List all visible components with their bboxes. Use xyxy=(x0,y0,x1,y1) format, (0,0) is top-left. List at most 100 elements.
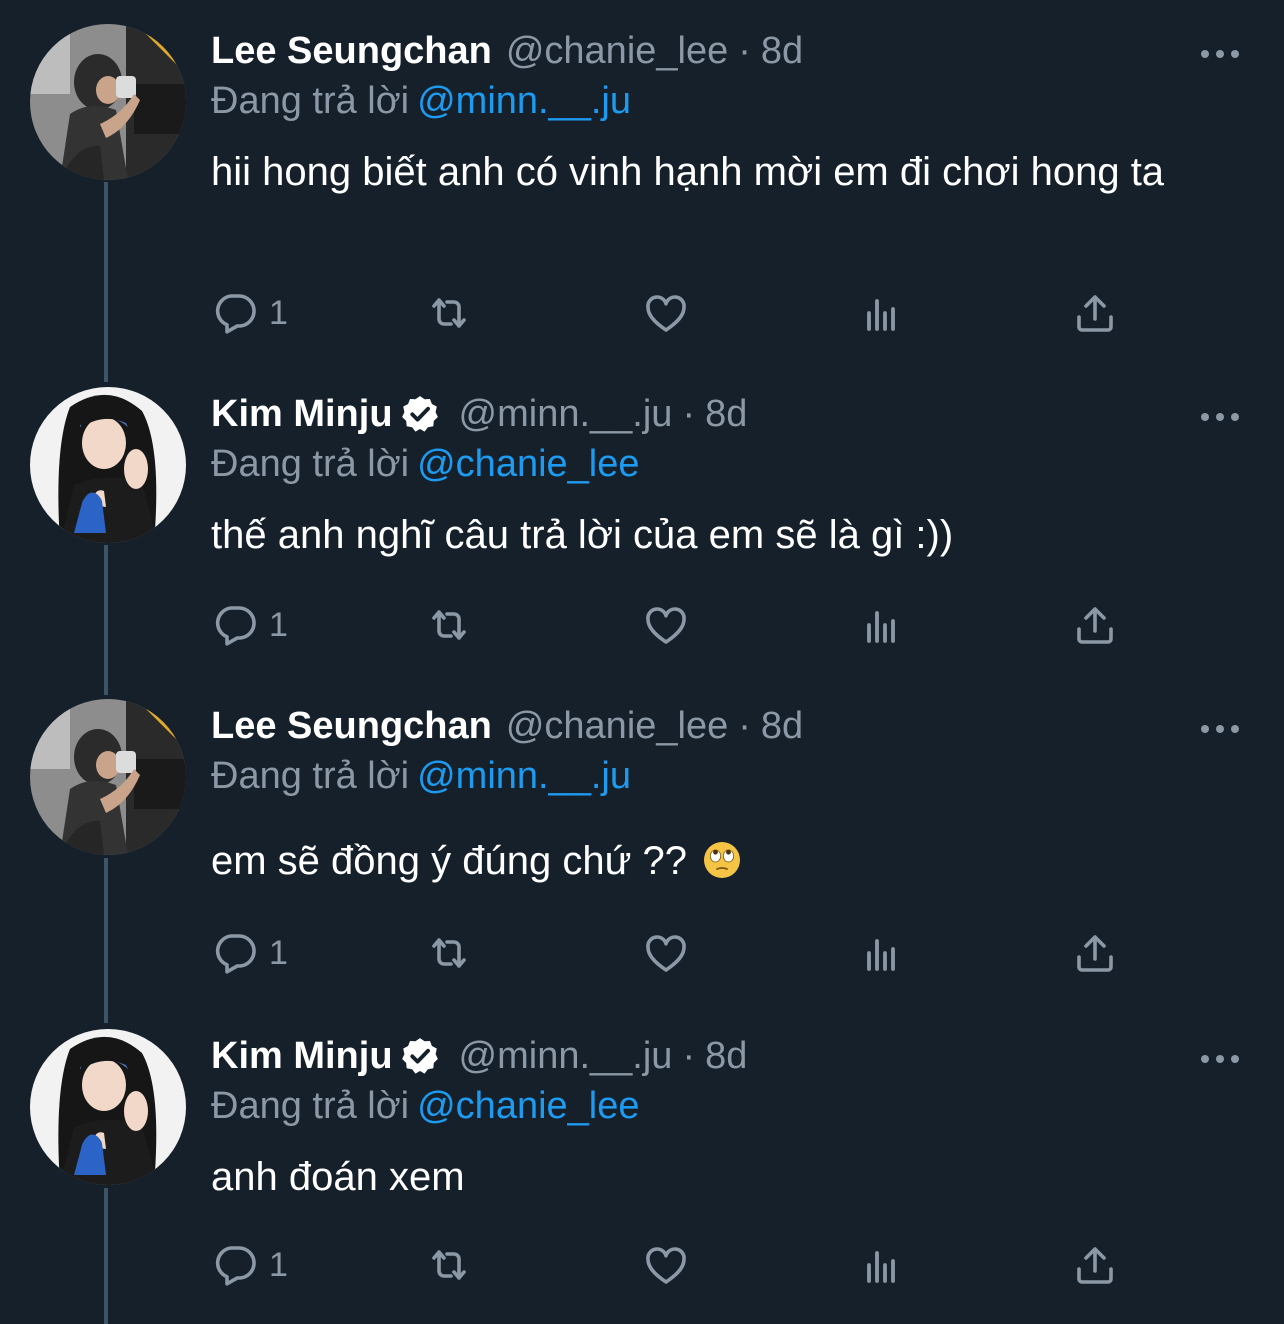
avatar-lee-seungchan[interactable] xyxy=(30,24,186,180)
separator: · xyxy=(738,704,751,747)
tweet-header: Kim Minju @minn.__.ju · 8d xyxy=(211,389,747,439)
user-handle[interactable]: @chanie_lee xyxy=(506,705,728,748)
timestamp[interactable]: 8d xyxy=(761,30,803,73)
replying-to: Đang trả lời @chanie_lee xyxy=(211,1085,640,1128)
share-icon xyxy=(1071,601,1119,649)
timestamp[interactable]: 8d xyxy=(705,393,747,436)
tweet-actions: 1 xyxy=(211,1240,1131,1290)
share-button[interactable] xyxy=(1071,288,1119,338)
user-handle[interactable]: @minn.__.ju xyxy=(459,393,673,436)
share-button[interactable] xyxy=(1071,1240,1119,1290)
retweet-button[interactable] xyxy=(425,928,473,978)
reply-button[interactable]: 1 xyxy=(211,600,288,650)
views-icon xyxy=(857,601,905,649)
views-button[interactable] xyxy=(857,600,905,650)
avatar-lee-seungchan[interactable] xyxy=(30,699,186,855)
replying-to-label: Đang trả lời xyxy=(211,80,410,122)
views-icon xyxy=(857,289,905,337)
reply-count: 1 xyxy=(269,293,288,332)
like-button[interactable] xyxy=(642,288,690,338)
mention-link[interactable]: @minn.__.ju xyxy=(417,80,631,122)
tweet-text-body: em sẽ đồng ý đúng chứ ?? xyxy=(211,839,687,883)
tweet-text-body: anh đoán xem xyxy=(211,1155,465,1199)
user-handle[interactable]: @minn.__.ju xyxy=(459,1035,673,1078)
tweet-actions: 1 xyxy=(211,288,1131,338)
retweet-button[interactable] xyxy=(425,1240,473,1290)
reply-icon xyxy=(211,929,259,977)
like-icon xyxy=(642,289,690,337)
separator: · xyxy=(682,1034,696,1077)
tweet-text-body: thế anh nghĩ câu trả lời của em sẽ là gì… xyxy=(211,513,954,557)
tweet[interactable]: Kim Minju @minn.__.ju · 8d Đang trả lời @… xyxy=(0,1029,1284,1324)
like-icon xyxy=(642,929,690,977)
tweet-text: hii hong biết anh có vinh hạnh mời em đi… xyxy=(211,146,1251,198)
retweet-icon xyxy=(425,1241,473,1289)
replying-to-label: Đang trả lời xyxy=(211,443,410,485)
retweet-button[interactable] xyxy=(425,600,473,650)
share-button[interactable] xyxy=(1071,600,1119,650)
retweet-icon xyxy=(425,929,473,977)
eye-roll-emoji xyxy=(702,840,742,880)
share-button[interactable] xyxy=(1071,928,1119,978)
tweet[interactable]: Lee Seungchan @chanie_lee · 8d Đang trả … xyxy=(0,24,1284,364)
tweet-text-body: hii hong biết anh có vinh hạnh mời em đi… xyxy=(211,150,1165,194)
views-icon xyxy=(857,1241,905,1289)
views-button[interactable] xyxy=(857,928,905,978)
tweet[interactable]: Lee Seungchan @chanie_lee · 8d Đang trả … xyxy=(0,699,1284,1009)
separator: · xyxy=(682,392,696,435)
retweet-icon xyxy=(425,601,473,649)
verified-badge-icon xyxy=(399,1035,441,1077)
avatar-kim-minju[interactable] xyxy=(30,387,186,543)
replying-to: Đang trả lời @minn.__.ju xyxy=(211,80,631,123)
tweet-header: Lee Seungchan @chanie_lee · 8d xyxy=(211,26,803,76)
reply-count: 1 xyxy=(269,933,288,972)
timestamp[interactable]: 8d xyxy=(761,705,803,748)
display-name[interactable]: Lee Seungchan xyxy=(211,30,492,73)
reply-icon xyxy=(211,1241,259,1289)
tweet-header: Lee Seungchan @chanie_lee · 8d xyxy=(211,701,803,751)
like-button[interactable] xyxy=(642,928,690,978)
more-icon[interactable] xyxy=(1198,42,1242,66)
tweet[interactable]: Kim Minju @minn.__.ju · 8d Đang trả lời @… xyxy=(0,387,1284,687)
display-name[interactable]: Kim Minju xyxy=(211,393,393,436)
views-icon xyxy=(857,929,905,977)
replying-to-label: Đang trả lời xyxy=(211,1085,410,1127)
tweet-text: anh đoán xem xyxy=(211,1151,1251,1203)
reply-icon xyxy=(211,601,259,649)
like-button[interactable] xyxy=(642,1240,690,1290)
verified-badge-icon xyxy=(399,393,441,435)
mention-link[interactable]: @minn.__.ju xyxy=(417,755,631,797)
more-icon[interactable] xyxy=(1198,405,1242,429)
share-icon xyxy=(1071,289,1119,337)
replying-to: Đang trả lời @chanie_lee xyxy=(211,443,640,486)
reply-icon xyxy=(211,289,259,337)
retweet-button[interactable] xyxy=(425,288,473,338)
tweet-text: em sẽ đồng ý đúng chứ ?? xyxy=(211,835,1251,887)
display-name[interactable]: Kim Minju xyxy=(211,1035,393,1078)
tweet-header: Kim Minju @minn.__.ju · 8d xyxy=(211,1031,747,1081)
more-icon[interactable] xyxy=(1198,1047,1242,1071)
user-handle[interactable]: @chanie_lee xyxy=(506,30,728,73)
reply-button[interactable]: 1 xyxy=(211,288,288,338)
like-button[interactable] xyxy=(642,600,690,650)
avatar-kim-minju[interactable] xyxy=(30,1029,186,1185)
retweet-icon xyxy=(425,289,473,337)
more-icon[interactable] xyxy=(1198,717,1242,741)
reply-button[interactable]: 1 xyxy=(211,928,288,978)
mention-link[interactable]: @chanie_lee xyxy=(417,443,639,485)
like-icon xyxy=(642,601,690,649)
reply-count: 1 xyxy=(269,1245,288,1284)
share-icon xyxy=(1071,1241,1119,1289)
tweet-actions: 1 xyxy=(211,600,1131,650)
like-icon xyxy=(642,1241,690,1289)
display-name[interactable]: Lee Seungchan xyxy=(211,705,492,748)
timestamp[interactable]: 8d xyxy=(705,1035,747,1078)
tweet-text: thế anh nghĩ câu trả lời của em sẽ là gì… xyxy=(211,509,1251,561)
reply-button[interactable]: 1 xyxy=(211,1240,288,1290)
views-button[interactable] xyxy=(857,1240,905,1290)
replying-to-label: Đang trả lời xyxy=(211,755,410,797)
views-button[interactable] xyxy=(857,288,905,338)
separator: · xyxy=(738,29,751,72)
reply-thread: Lee Seungchan @chanie_lee · 8d Đang trả … xyxy=(0,0,1284,1324)
mention-link[interactable]: @chanie_lee xyxy=(417,1085,639,1127)
